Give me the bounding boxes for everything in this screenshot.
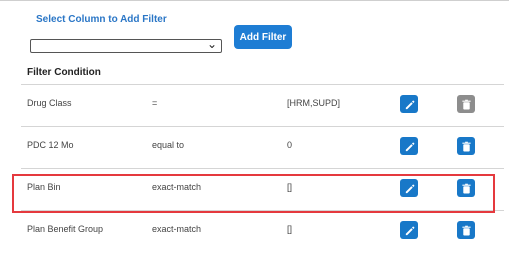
row-operator: exact-match	[152, 224, 202, 234]
chevron-down-icon: ⌄	[206, 37, 217, 51]
trash-icon	[461, 99, 471, 110]
filter-panel: Select Column to Add Filter ⌄ Add Filter…	[0, 0, 509, 252]
row-column-name: Drug Class	[27, 98, 72, 108]
select-column-label: Select Column to Add Filter	[36, 14, 167, 25]
table-row: PDC 12 Mo equal to 0	[21, 127, 504, 169]
row-operator: =	[152, 98, 158, 108]
row-value: []	[287, 224, 293, 234]
row-operator: equal to	[152, 140, 185, 150]
pencil-icon	[405, 99, 415, 109]
pencil-icon	[405, 141, 415, 151]
trash-icon	[461, 225, 471, 236]
highlight-box	[12, 174, 495, 213]
column-select[interactable]: ⌄	[30, 37, 222, 53]
delete-button[interactable]	[457, 95, 475, 113]
pencil-icon	[405, 225, 415, 235]
row-column-name: Plan Benefit Group	[27, 224, 104, 234]
table-row: Drug Class = [HRM,SUPD]	[21, 85, 504, 127]
delete-button[interactable]	[457, 137, 475, 155]
row-value: [HRM,SUPD]	[287, 98, 341, 108]
row-column-name: PDC 12 Mo	[27, 140, 74, 150]
add-filter-button[interactable]: Add Filter	[234, 25, 292, 49]
delete-button[interactable]	[457, 221, 475, 239]
edit-button[interactable]	[400, 137, 418, 155]
edit-button[interactable]	[400, 95, 418, 113]
table-row: Plan Benefit Group exact-match []	[21, 211, 504, 253]
trash-icon	[461, 141, 471, 152]
edit-button[interactable]	[400, 221, 418, 239]
filter-condition-heading: Filter Condition	[27, 67, 101, 78]
row-value: 0	[287, 140, 293, 150]
